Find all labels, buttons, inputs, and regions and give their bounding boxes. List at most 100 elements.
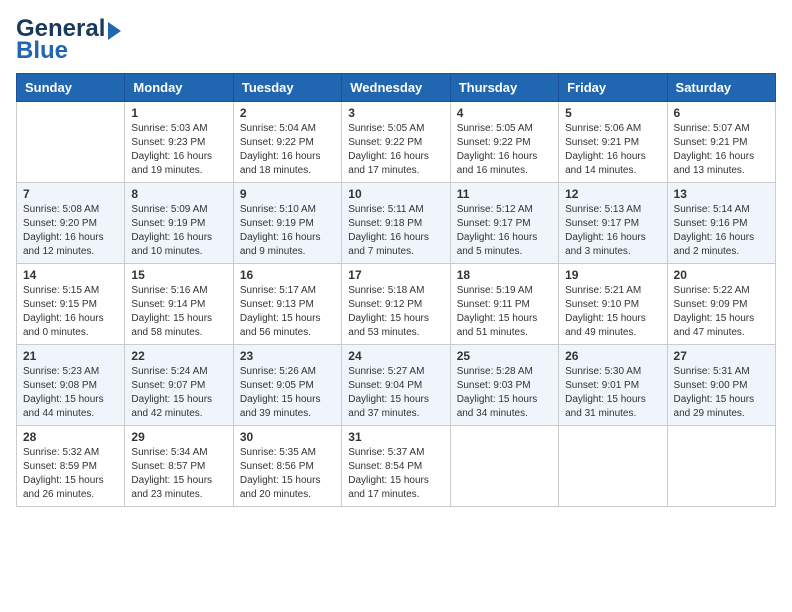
cell-content: Sunrise: 5:32 AMSunset: 8:59 PMDaylight:… — [23, 446, 118, 502]
day-number: 23 — [240, 349, 335, 363]
cell-content: Sunrise: 5:37 AMSunset: 8:54 PMDaylight:… — [348, 446, 443, 502]
calendar-cell: 16 Sunrise: 5:17 AMSunset: 9:13 PMDayligh… — [233, 263, 341, 344]
day-number: 25 — [457, 349, 552, 363]
calendar-cell: 18 Sunrise: 5:19 AMSunset: 9:11 PMDayligh… — [450, 263, 558, 344]
column-header-saturday: Saturday — [667, 73, 775, 101]
cell-content: Sunrise: 5:21 AMSunset: 9:10 PMDaylight:… — [565, 284, 660, 340]
cell-content: Sunrise: 5:07 AMSunset: 9:21 PMDaylight:… — [674, 122, 769, 178]
calendar-cell: 1 Sunrise: 5:03 AMSunset: 9:23 PMDaylight… — [125, 101, 233, 182]
cell-content: Sunrise: 5:19 AMSunset: 9:11 PMDaylight:… — [457, 284, 552, 340]
cell-content: Sunrise: 5:13 AMSunset: 9:17 PMDaylight:… — [565, 203, 660, 259]
cell-content: Sunrise: 5:09 AMSunset: 9:19 PMDaylight:… — [131, 203, 226, 259]
day-number: 19 — [565, 268, 660, 282]
cell-content: Sunrise: 5:18 AMSunset: 9:12 PMDaylight:… — [348, 284, 443, 340]
calendar-cell: 25Sunrise: 5:28 AMSunset: 9:03 PMDayligh… — [450, 344, 558, 425]
cell-content: Sunrise: 5:17 AMSunset: 9:13 PMDaylight:… — [240, 284, 335, 340]
day-number: 3 — [348, 106, 443, 120]
day-number: 12 — [565, 187, 660, 201]
calendar-cell: 13 Sunrise: 5:14 AMSunset: 9:16 PMDayligh… — [667, 182, 775, 263]
calendar-cell: 23 Sunrise: 5:26 AMSunset: 9:05 PMDayligh… — [233, 344, 341, 425]
cell-content: Sunrise: 5:03 AMSunset: 9:23 PMDaylight:… — [131, 122, 226, 178]
page-header: General Blue — [16, 16, 776, 65]
calendar-cell: 27 Sunrise: 5:31 AMSunset: 9:00 PMDayligh… — [667, 344, 775, 425]
logo-text-blue: Blue — [16, 38, 68, 64]
cell-content: Sunrise: 5:34 AMSunset: 8:57 PMDaylight:… — [131, 446, 226, 502]
calendar-cell: 31 Sunrise: 5:37 AMSunset: 8:54 PMDayligh… — [342, 425, 450, 506]
cell-content: Sunrise: 5:05 AMSunset: 9:22 PMDaylight:… — [457, 122, 552, 178]
column-header-monday: Monday — [125, 73, 233, 101]
cell-content: Sunrise: 5:06 AMSunset: 9:21 PMDaylight:… — [565, 122, 660, 178]
cell-content: Sunrise: 5:15 AMSunset: 9:15 PMDaylight:… — [23, 284, 118, 340]
cell-content: Sunrise: 5:27 AMSunset: 9:04 PMDaylight:… — [348, 365, 443, 421]
column-header-wednesday: Wednesday — [342, 73, 450, 101]
calendar-cell: 12 Sunrise: 5:13 AMSunset: 9:17 PMDayligh… — [559, 182, 667, 263]
calendar-cell: 6 Sunrise: 5:07 AMSunset: 9:21 PMDaylight… — [667, 101, 775, 182]
calendar-week-row: 7Sunrise: 5:08 AMSunset: 9:20 PMDaylight… — [17, 182, 776, 263]
day-number: 22 — [131, 349, 226, 363]
calendar-cell: 5 Sunrise: 5:06 AMSunset: 9:21 PMDaylight… — [559, 101, 667, 182]
calendar-header-row: SundayMondayTuesdayWednesdayThursdayFrid… — [17, 73, 776, 101]
calendar-table: SundayMondayTuesdayWednesdayThursdayFrid… — [16, 73, 776, 507]
calendar-cell: 9 Sunrise: 5:10 AMSunset: 9:19 PMDaylight… — [233, 182, 341, 263]
day-number: 24 — [348, 349, 443, 363]
column-header-sunday: Sunday — [17, 73, 125, 101]
day-number: 29 — [131, 430, 226, 444]
column-header-friday: Friday — [559, 73, 667, 101]
day-number: 28 — [23, 430, 118, 444]
day-number: 15 — [131, 268, 226, 282]
day-number: 16 — [240, 268, 335, 282]
calendar-cell: 14 Sunrise: 5:15 AMSunset: 9:15 PMDayligh… — [17, 263, 125, 344]
calendar-cell: 10Sunrise: 5:11 AMSunset: 9:18 PMDayligh… — [342, 182, 450, 263]
day-number: 4 — [457, 106, 552, 120]
cell-content: Sunrise: 5:14 AMSunset: 9:16 PMDaylight:… — [674, 203, 769, 259]
calendar-week-row: 28 Sunrise: 5:32 AMSunset: 8:59 PMDayligh… — [17, 425, 776, 506]
logo: General Blue — [16, 16, 121, 65]
day-number: 30 — [240, 430, 335, 444]
calendar-cell: 2Sunrise: 5:04 AMSunset: 9:22 PMDaylight… — [233, 101, 341, 182]
calendar-cell: 11Sunrise: 5:12 AMSunset: 9:17 PMDayligh… — [450, 182, 558, 263]
calendar-cell: 22 Sunrise: 5:24 AMSunset: 9:07 PMDayligh… — [125, 344, 233, 425]
day-number: 10 — [348, 187, 443, 201]
calendar-cell: 24 Sunrise: 5:27 AMSunset: 9:04 PMDayligh… — [342, 344, 450, 425]
cell-content: Sunrise: 5:23 AMSunset: 9:08 PMDaylight:… — [23, 365, 118, 421]
cell-content: Sunrise: 5:24 AMSunset: 9:07 PMDaylight:… — [131, 365, 226, 421]
calendar-cell: 15Sunrise: 5:16 AMSunset: 9:14 PMDayligh… — [125, 263, 233, 344]
column-header-tuesday: Tuesday — [233, 73, 341, 101]
calendar-cell: 4 Sunrise: 5:05 AMSunset: 9:22 PMDaylight… — [450, 101, 558, 182]
calendar-cell — [559, 425, 667, 506]
day-number: 9 — [240, 187, 335, 201]
calendar-cell: 17 Sunrise: 5:18 AMSunset: 9:12 PMDayligh… — [342, 263, 450, 344]
calendar-cell: 26 Sunrise: 5:30 AMSunset: 9:01 PMDayligh… — [559, 344, 667, 425]
calendar-cell: 21Sunrise: 5:23 AMSunset: 9:08 PMDayligh… — [17, 344, 125, 425]
calendar-cell: 20 Sunrise: 5:22 AMSunset: 9:09 PMDayligh… — [667, 263, 775, 344]
day-number: 18 — [457, 268, 552, 282]
cell-content: Sunrise: 5:10 AMSunset: 9:19 PMDaylight:… — [240, 203, 335, 259]
day-number: 26 — [565, 349, 660, 363]
calendar-week-row: 1 Sunrise: 5:03 AMSunset: 9:23 PMDaylight… — [17, 101, 776, 182]
cell-content: Sunrise: 5:04 AMSunset: 9:22 PMDaylight:… — [240, 122, 335, 178]
calendar-cell — [667, 425, 775, 506]
cell-content: Sunrise: 5:31 AMSunset: 9:00 PMDaylight:… — [674, 365, 769, 421]
day-number: 17 — [348, 268, 443, 282]
day-number: 14 — [23, 268, 118, 282]
cell-content: Sunrise: 5:22 AMSunset: 9:09 PMDaylight:… — [674, 284, 769, 340]
day-number: 27 — [674, 349, 769, 363]
day-number: 7 — [23, 187, 118, 201]
day-number: 1 — [131, 106, 226, 120]
logo-arrow-icon — [108, 22, 121, 40]
calendar-cell — [450, 425, 558, 506]
day-number: 13 — [674, 187, 769, 201]
cell-content: Sunrise: 5:30 AMSunset: 9:01 PMDaylight:… — [565, 365, 660, 421]
day-number: 6 — [674, 106, 769, 120]
day-number: 31 — [348, 430, 443, 444]
calendar-cell: 3Sunrise: 5:05 AMSunset: 9:22 PMDaylight… — [342, 101, 450, 182]
calendar-cell: 19 Sunrise: 5:21 AMSunset: 9:10 PMDayligh… — [559, 263, 667, 344]
calendar-cell: 29 Sunrise: 5:34 AMSunset: 8:57 PMDayligh… — [125, 425, 233, 506]
cell-content: Sunrise: 5:35 AMSunset: 8:56 PMDaylight:… — [240, 446, 335, 502]
cell-content: Sunrise: 5:12 AMSunset: 9:17 PMDaylight:… — [457, 203, 552, 259]
cell-content: Sunrise: 5:26 AMSunset: 9:05 PMDaylight:… — [240, 365, 335, 421]
calendar-week-row: 21Sunrise: 5:23 AMSunset: 9:08 PMDayligh… — [17, 344, 776, 425]
column-header-thursday: Thursday — [450, 73, 558, 101]
day-number: 5 — [565, 106, 660, 120]
day-number: 20 — [674, 268, 769, 282]
